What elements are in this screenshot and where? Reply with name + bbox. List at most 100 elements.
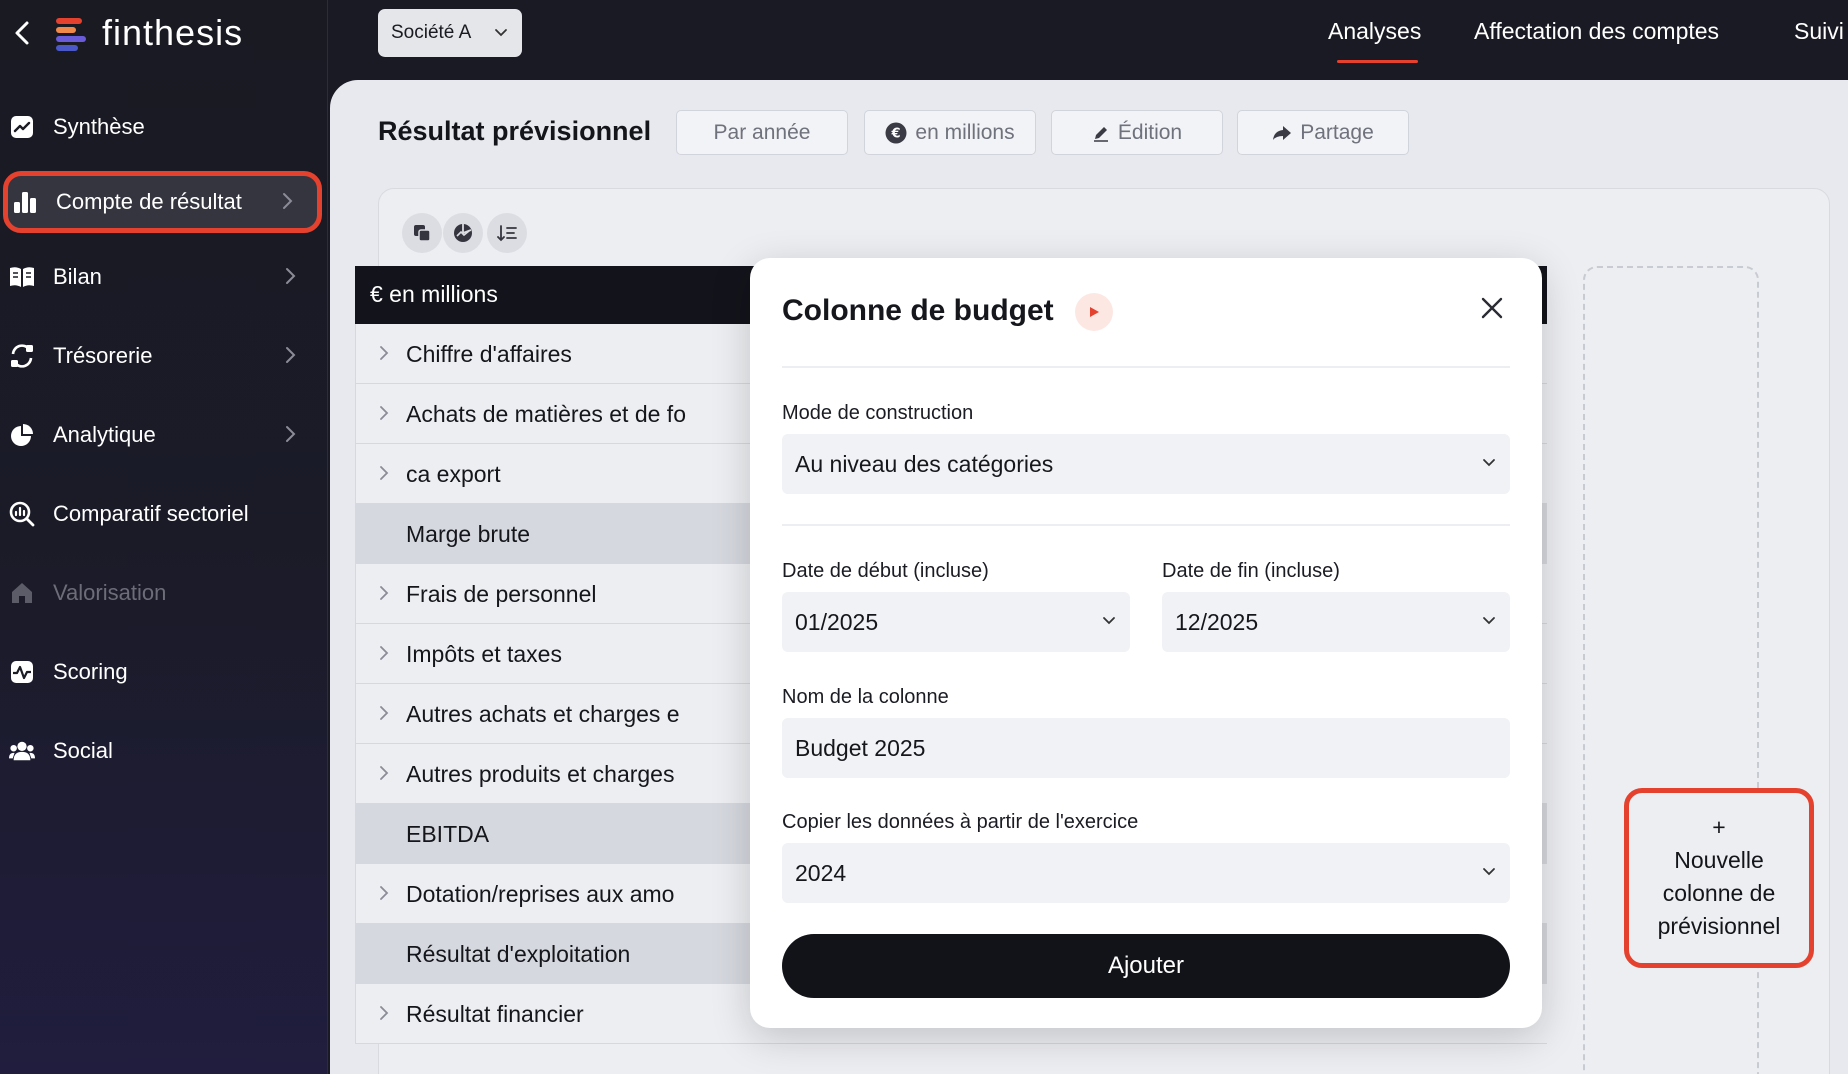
construction-mode-select[interactable]: Au niveau des catégories (782, 434, 1510, 494)
budget-column-modal: Colonne de budget Mode de construction A… (750, 258, 1542, 1028)
chevron-right-icon (286, 268, 296, 284)
sidebar-item-bilan[interactable]: Bilan (0, 246, 320, 308)
chevron-down-icon (1483, 868, 1495, 876)
share-icon (1273, 125, 1292, 140)
chevron-right-icon[interactable] (378, 705, 390, 721)
sidebar-item-label: Scoring (53, 659, 128, 684)
chevron-down-icon (1103, 617, 1115, 625)
chip-label: Par année (713, 120, 811, 144)
sidebar-item-synthese[interactable]: Synthèse (0, 96, 320, 158)
chevron-right-icon[interactable] (378, 1005, 390, 1021)
sidebar-item-compte-de-resultat[interactable]: Compte de résultat (3, 171, 322, 233)
sidebar-item-label: Bilan (53, 264, 102, 289)
column-name-input[interactable]: Budget 2025 (782, 718, 1510, 778)
pulse-icon (9, 659, 35, 685)
bar-chart-icon (12, 189, 38, 215)
end-date-value: 12/2025 (1175, 608, 1259, 635)
copy-from-year-select[interactable]: 2024 (782, 843, 1510, 903)
chevron-right-icon (286, 426, 296, 442)
start-date-value: 01/2025 (795, 608, 879, 635)
company-select[interactable]: Société A (378, 9, 522, 57)
row-label: Autres achats et charges e (406, 701, 680, 727)
modal-title: Colonne de budget (782, 294, 1054, 327)
chevron-left-icon (15, 21, 29, 45)
sidebar-item-label: Analytique (53, 422, 156, 447)
start-date-select[interactable]: 01/2025 (782, 592, 1130, 652)
chip-label: en millions (915, 120, 1015, 144)
home-icon (9, 580, 35, 606)
row-label: Impôts et taxes (406, 641, 562, 667)
chevron-right-icon[interactable] (378, 345, 390, 361)
tab-analyses[interactable]: Analyses (1328, 18, 1421, 45)
row-label: Autres produits et charges (406, 761, 675, 787)
row-label: EBITDA (406, 821, 490, 847)
sidebar-item-scoring[interactable]: Scoring (0, 641, 320, 703)
back-button[interactable] (4, 15, 40, 51)
tab-affectation-des-comptes[interactable]: Affectation des comptes (1474, 18, 1719, 45)
chevron-right-icon[interactable] (378, 465, 390, 481)
top-bar: Société A Analyses Affectation des compt… (329, 0, 1848, 80)
sidebar-item-analytique[interactable]: Analytique (0, 404, 320, 466)
finthesis-logo-icon (56, 16, 88, 51)
search-chart-icon (9, 501, 35, 527)
chart-line-icon (9, 114, 35, 140)
close-icon[interactable] (1478, 294, 1506, 322)
divider (782, 524, 1510, 526)
row-label: Frais de personnel (406, 581, 597, 607)
column-name-label: Nom de la colonne (782, 686, 949, 708)
sidebar-item-comparatif-sectoriel[interactable]: Comparatif sectoriel (0, 483, 320, 545)
per-year-toggle[interactable]: Par année (676, 110, 848, 155)
new-forecast-column-button[interactable]: + Nouvelle colonne de prévisionnel (1624, 788, 1814, 968)
end-date-select[interactable]: 12/2025 (1162, 592, 1510, 652)
share-button[interactable]: Partage (1237, 110, 1409, 155)
active-tab-indicator (1337, 60, 1418, 63)
euro-icon: € (885, 122, 907, 143)
row-label: Marge brute (406, 521, 531, 547)
chevron-right-icon[interactable] (378, 585, 390, 601)
chip-label: Édition (1117, 120, 1183, 144)
row-label: Dotation/reprises aux amo (406, 881, 675, 907)
chevron-right-icon (286, 347, 296, 363)
brand-name: finthesis (102, 12, 244, 53)
chevron-right-icon (283, 193, 293, 209)
row-label: Résultat d'exploitation (406, 941, 631, 967)
copy-from-label: Copier les données à partir de l'exercic… (782, 811, 1139, 833)
book-open-icon (9, 264, 35, 290)
sidebar-item-label: Valorisation (53, 580, 167, 605)
page-title: Résultat prévisionnel (378, 116, 652, 146)
chevron-right-icon[interactable] (378, 645, 390, 661)
units-toggle[interactable]: € en millions (864, 110, 1036, 155)
chevron-right-icon[interactable] (378, 765, 390, 781)
sidebar-item-label: Compte de résultat (56, 189, 242, 214)
chevron-right-icon[interactable] (378, 405, 390, 421)
edit-button[interactable]: Édition (1051, 110, 1223, 155)
chevron-down-icon (495, 29, 507, 37)
sidebar-item-valorisation: Valorisation (0, 562, 320, 624)
start-date-label: Date de début (incluse) (782, 560, 989, 582)
sort-button[interactable] (487, 213, 527, 253)
cash-flow-icon (9, 343, 35, 369)
sidebar-item-tresorerie[interactable]: Trésorerie (0, 325, 320, 387)
pie-chart-icon (9, 422, 35, 448)
new-column-label-line: colonne de (1662, 880, 1776, 906)
sidebar: finthesis Synthèse Compte de résultat Bi… (0, 0, 328, 1074)
company-select-value: Société A (391, 22, 472, 43)
tab-suivi[interactable]: Suivi (1794, 18, 1844, 45)
chevron-right-icon[interactable] (378, 885, 390, 901)
svg-text:€: € (891, 126, 901, 141)
add-button[interactable]: Ajouter (782, 934, 1510, 998)
chip-label: Partage (1300, 120, 1374, 144)
copy-button[interactable] (402, 213, 442, 253)
divider (782, 366, 1510, 368)
new-column-label-line: prévisionnel (1657, 913, 1781, 939)
end-date-label: Date de fin (incluse) (1162, 560, 1340, 582)
row-label: Achats de matières et de fo (406, 401, 686, 427)
sidebar-item-label: Comparatif sectoriel (53, 501, 249, 526)
video-tutorial-button[interactable] (1075, 293, 1113, 331)
chart-view-button[interactable] (443, 213, 483, 253)
play-icon (1090, 307, 1099, 317)
copy-from-year-value: 2024 (795, 859, 847, 886)
sort-icon (497, 225, 517, 242)
sidebar-item-social[interactable]: Social (0, 720, 320, 782)
users-icon (9, 738, 35, 764)
